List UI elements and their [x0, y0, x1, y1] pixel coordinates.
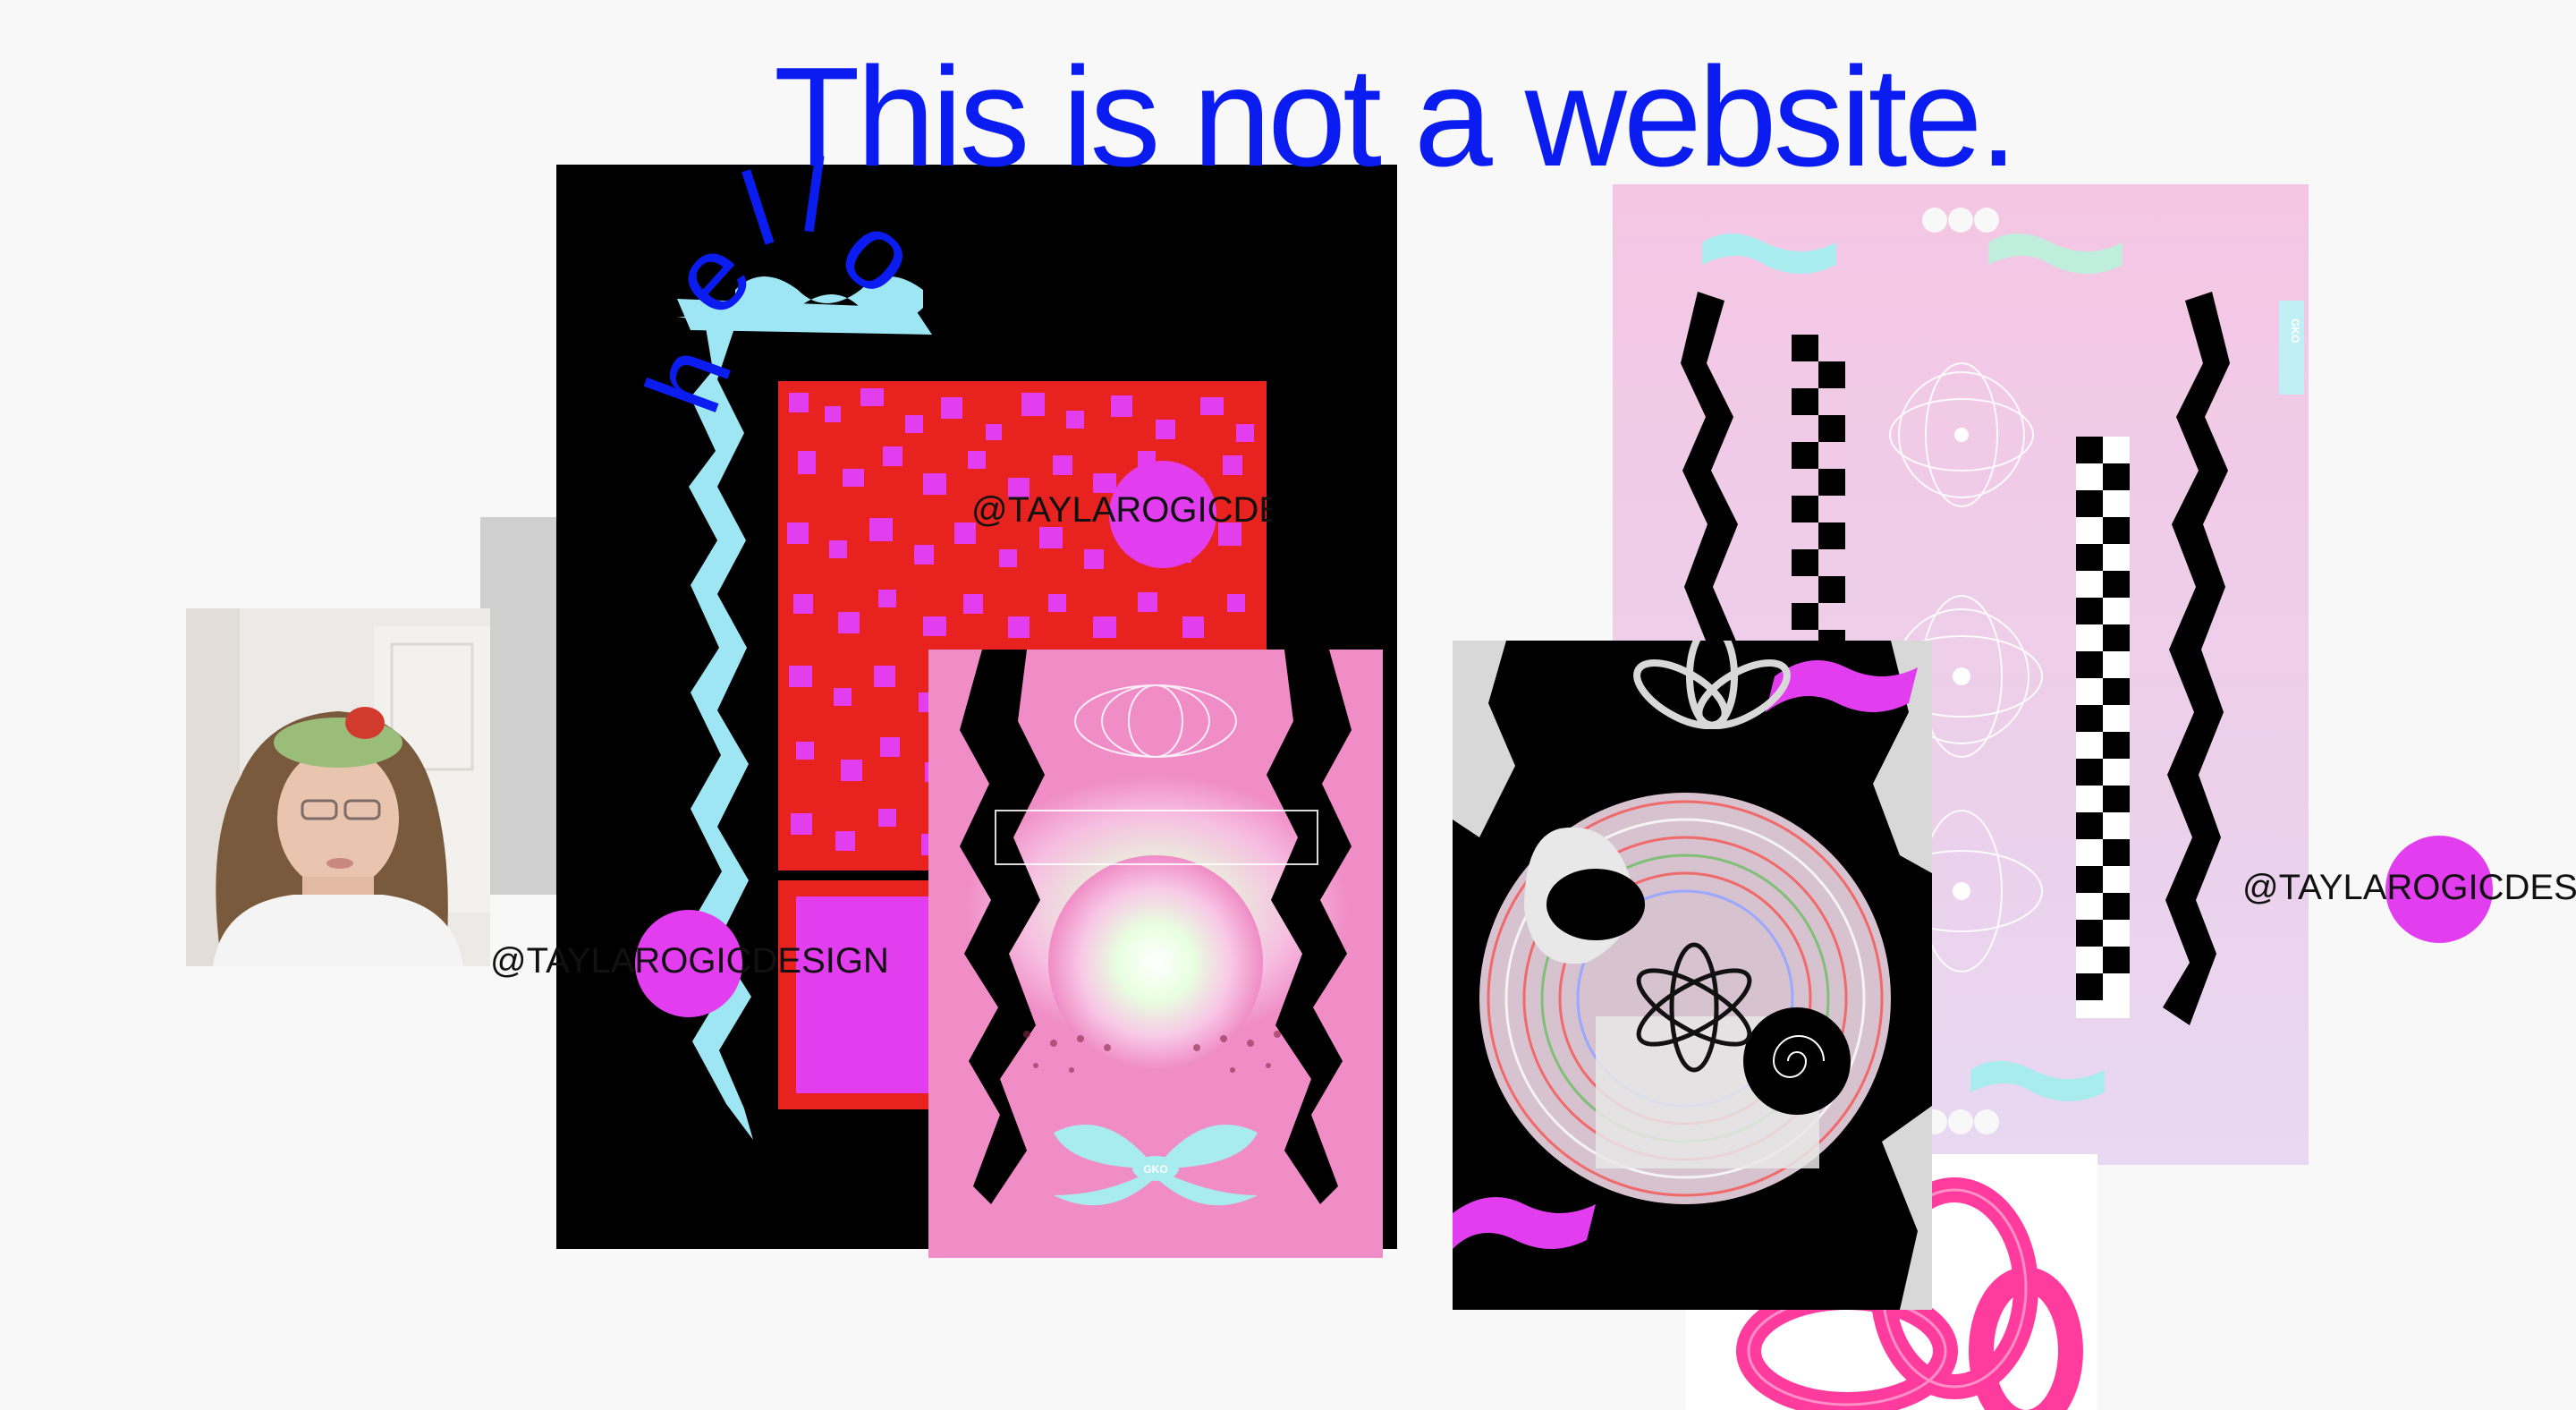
handle-text-center[interactable]: @TAYLAROGICDE [971, 490, 1272, 531]
handle-text-right[interactable]: @TAYLAROGICDES [2242, 868, 2576, 908]
selfie-image [186, 608, 490, 966]
page-title: This is not a website. [774, 38, 2018, 196]
orb-poster-artwork [1453, 641, 1932, 1310]
handle-text-left[interactable]: @TAYLAROGICDESIGN [490, 941, 889, 981]
selfie-photo[interactable] [186, 608, 490, 966]
pink-glow-poster[interactable]: GKO [928, 650, 1383, 1258]
lavender-poster-badge: GKO [2289, 319, 2301, 344]
orb-poster[interactable] [1453, 641, 1932, 1310]
pink-poster-badge: GKO [1143, 1163, 1168, 1176]
